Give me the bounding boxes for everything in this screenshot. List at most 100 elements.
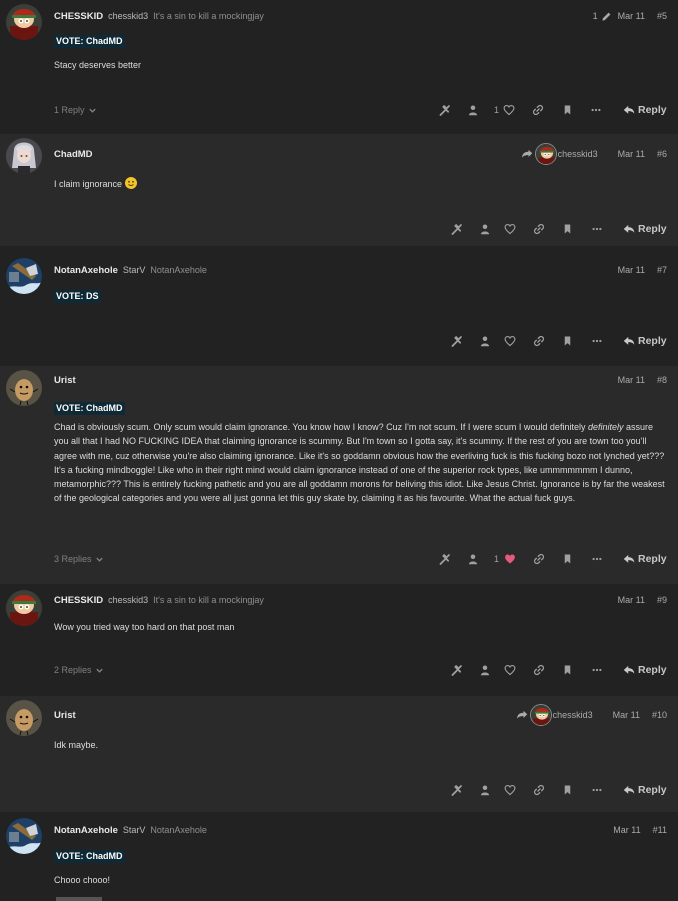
post-number[interactable]: #7 — [657, 265, 667, 275]
like-count[interactable]: 1 — [494, 102, 499, 118]
post-text-part: Chad is obviously scum. Only scum would … — [54, 422, 588, 433]
ellipsis-icon[interactable] — [591, 662, 603, 678]
reply-button[interactable]: Reply — [623, 662, 667, 678]
post-number[interactable]: #8 — [657, 375, 667, 385]
bookmark-icon[interactable] — [562, 333, 573, 349]
wrench-icon[interactable] — [438, 102, 451, 118]
replies-toggle[interactable]: 3 Replies — [54, 551, 104, 567]
post-number[interactable]: #11 — [653, 825, 667, 835]
ellipsis-icon[interactable] — [591, 551, 603, 567]
heart-icon[interactable] — [504, 333, 516, 349]
avatar[interactable] — [6, 258, 42, 294]
post-date[interactable]: Mar 11 — [618, 265, 645, 275]
ellipsis-icon[interactable] — [591, 221, 603, 237]
share-arrow-icon — [521, 148, 533, 160]
username[interactable]: NotanAxehole — [54, 265, 118, 276]
user-icon[interactable] — [467, 551, 479, 567]
user-icon[interactable] — [479, 782, 491, 798]
reply-label: Reply — [638, 335, 667, 347]
link-icon[interactable] — [533, 333, 545, 349]
ellipsis-icon[interactable] — [590, 102, 602, 118]
reply-button[interactable]: Reply — [623, 333, 667, 349]
avatar[interactable] — [6, 370, 42, 406]
avatar[interactable] — [6, 700, 42, 736]
reply-button[interactable]: Reply — [623, 221, 667, 237]
post-date[interactable]: Mar 11 — [618, 595, 645, 605]
link-icon[interactable] — [533, 221, 545, 237]
avatar[interactable] — [6, 590, 42, 626]
reply-to[interactable]: chesskid3 — [516, 704, 593, 726]
wrench-icon[interactable] — [438, 551, 451, 567]
post-date[interactable]: Mar 11 — [618, 375, 645, 385]
user-icon[interactable] — [479, 333, 491, 349]
ellipsis-icon[interactable] — [591, 782, 603, 798]
like-count[interactable]: 1 — [494, 551, 499, 567]
heart-icon[interactable] — [504, 551, 516, 567]
post-11: NotanAxehole StarV NotanAxehole Mar 11 #… — [0, 812, 678, 901]
user-handle[interactable]: StarV — [123, 265, 146, 275]
wrench-icon[interactable] — [450, 221, 463, 237]
reply-button[interactable]: Reply — [623, 782, 667, 798]
link-icon[interactable] — [533, 551, 545, 567]
edit-history[interactable]: 1 — [593, 11, 612, 22]
post-meta: ChadMD — [54, 146, 98, 162]
post-number[interactable]: #6 — [657, 149, 667, 159]
post-info: chesskid3 Mar 11 #6 — [521, 143, 667, 165]
username[interactable]: CHESSKID — [54, 595, 103, 606]
user-handle[interactable]: chesskid3 — [108, 595, 148, 605]
user-handle[interactable]: StarV — [123, 825, 146, 835]
reply-arrow-icon — [623, 335, 635, 347]
bookmark-icon[interactable] — [562, 551, 573, 567]
user-icon[interactable] — [467, 102, 479, 118]
avatar[interactable] — [6, 4, 42, 40]
post-date[interactable]: Mar 11 — [613, 825, 640, 835]
link-icon[interactable] — [533, 662, 545, 678]
replies-count: 2 Replies — [54, 665, 92, 675]
post-info: Mar 11 #8 — [612, 372, 667, 388]
wrench-icon[interactable] — [450, 782, 463, 798]
username[interactable]: Urist — [54, 375, 76, 386]
avatar[interactable] — [6, 138, 42, 174]
reply-button[interactable]: Reply — [623, 551, 667, 567]
username[interactable]: CHESSKID — [54, 11, 103, 22]
bookmark-icon[interactable] — [562, 782, 573, 798]
post-number[interactable]: #5 — [657, 11, 667, 21]
post-date[interactable]: Mar 11 — [618, 11, 645, 21]
scroll-indicator[interactable] — [56, 897, 102, 901]
reply-button[interactable]: Reply — [623, 102, 667, 118]
username[interactable]: NotanAxehole — [54, 825, 118, 836]
post-info: Mar 11 #11 — [607, 822, 667, 838]
heart-icon[interactable] — [503, 102, 515, 118]
link-icon[interactable] — [532, 102, 544, 118]
wrench-icon[interactable] — [450, 333, 463, 349]
post-text: Idk maybe. — [54, 740, 99, 750]
post-body: VOTE: ChadMD Stacy deserves better — [54, 34, 666, 72]
post-body: VOTE: DS — [54, 289, 666, 303]
heart-icon[interactable] — [504, 221, 516, 237]
ellipsis-icon[interactable] — [591, 333, 603, 349]
avatar[interactable] — [6, 818, 42, 854]
bookmark-icon[interactable] — [562, 662, 573, 678]
post-number[interactable]: #10 — [652, 710, 667, 720]
reply-arrow-icon — [623, 664, 635, 676]
username[interactable]: ChadMD — [54, 149, 93, 160]
user-icon[interactable] — [479, 662, 491, 678]
username[interactable]: Urist — [54, 710, 76, 721]
post-date[interactable]: Mar 11 — [613, 710, 640, 720]
heart-icon[interactable] — [504, 662, 516, 678]
wrench-icon[interactable] — [450, 662, 463, 678]
replies-toggle[interactable]: 1 Reply — [54, 102, 97, 118]
bookmark-icon[interactable] — [562, 102, 573, 118]
post-number[interactable]: #9 — [657, 595, 667, 605]
link-icon[interactable] — [533, 782, 545, 798]
user-icon[interactable] — [479, 221, 491, 237]
post-info: Mar 11 #7 — [612, 262, 667, 278]
heart-icon[interactable] — [504, 782, 516, 798]
user-handle[interactable]: chesskid3 — [108, 11, 148, 21]
bookmark-icon[interactable] — [562, 221, 573, 237]
reply-to[interactable]: chesskid3 — [521, 143, 598, 165]
reply-arrow-icon — [623, 104, 635, 116]
replies-count: 3 Replies — [54, 554, 92, 564]
post-date[interactable]: Mar 11 — [618, 149, 645, 159]
replies-toggle[interactable]: 2 Replies — [54, 662, 104, 678]
